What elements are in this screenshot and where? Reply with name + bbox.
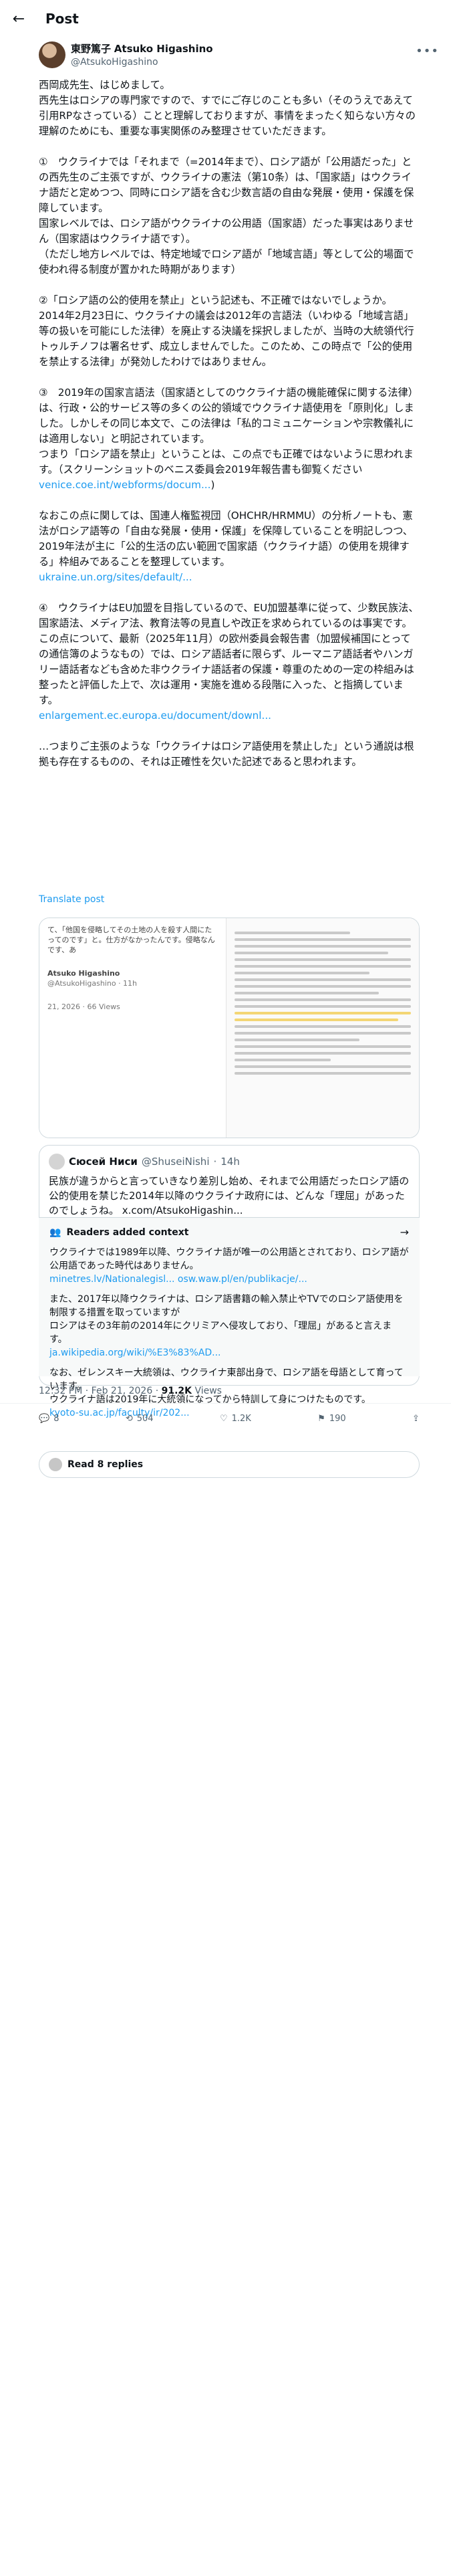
note-title: 👥 Readers added context — [49, 1227, 189, 1238]
author-name-en: Atsuko Higashino — [114, 43, 213, 55]
note-link-2[interactable]: ja.wikipedia.org/wiki/%E3%83%AD... — [49, 1346, 409, 1360]
venice-link[interactable]: venice.coe.int/webforms/docum... — [39, 479, 210, 491]
author-row: 東野篤子 Atsuko Higashino @AtsukoHigashino •… — [0, 37, 451, 70]
bookmark-button[interactable]: ⚑ 190 — [317, 1414, 345, 1424]
quoted-handle: @ShuseiNishi — [141, 1156, 210, 1168]
embedded-quote-views: 66 Views — [87, 1002, 120, 1011]
un-link[interactable]: ukraine.un.org/sites/default/... — [39, 570, 420, 585]
page-title: Post — [45, 11, 79, 27]
reply-icon: 💬 — [39, 1414, 50, 1424]
tweet-line: ① ウクライナでは「それまで（=2014年まで）、ロシア語が「公用語だった」との… — [39, 156, 414, 214]
embedded-quote-name: Atsuko Higashino — [47, 969, 120, 978]
author-handle: @AtsukoHigashino — [71, 57, 158, 68]
repost-icon: ⟲ — [125, 1414, 133, 1424]
action-bar: 💬 8 ⟲ 504 ♡ 1.2K ⚑ 190 ⇪ — [39, 1414, 420, 1424]
translate-post-link[interactable]: Translate post — [39, 894, 104, 905]
author-display-name: 東野篤子 — [71, 43, 112, 55]
tweet-line: つまり「ロシア語を禁止」ということは、この点でも正確ではないように思われます。（… — [39, 448, 414, 491]
quoted-post-header: Сюсей Ниси @ShuseiNishi · 14h — [49, 1154, 410, 1170]
divider — [0, 1403, 451, 1404]
note-body-2: また、2017年以降ウクライナは、ロシア語書籍の輸入禁止やTVでのロシア語使用を… — [49, 1294, 404, 1345]
repost-button[interactable]: ⟲ 504 — [126, 1414, 154, 1424]
more-options-icon[interactable]: ••• — [416, 44, 439, 58]
screenshot-left: て、「他国を侵略してその土地の人を殺す人間にたってのです」と。仕方がなかったんで… — [39, 918, 227, 1138]
post-header: ← Post — [0, 0, 451, 37]
people-icon: 👥 — [49, 1227, 61, 1238]
heart-icon: ♡ — [219, 1414, 228, 1424]
arrow-left-icon[interactable]: ← — [11, 11, 27, 27]
share-icon: ⇪ — [412, 1414, 420, 1424]
quoted-author: Сюсей Ниси — [69, 1156, 138, 1168]
tweet-line: 2014年2月23日に、ウクライナの議会は2012年の言語法（いわゆる「地域言語… — [39, 310, 414, 368]
share-button[interactable]: ⇪ — [412, 1414, 420, 1424]
like-button[interactable]: ♡ 1.2K — [220, 1414, 251, 1424]
author-names[interactable]: 東野篤子 Atsuko Higashino @AtsukoHigashino — [71, 41, 213, 68]
quoted-avatar — [49, 1154, 65, 1170]
tweet-line: ②「ロシア語の公的使用を禁止」という記述も、不正確ではないでしょうか。 — [39, 294, 392, 306]
note-link-1[interactable]: minetres.lv/Nationalegisl... osw.waw.pl/… — [49, 1273, 409, 1286]
tweet-line: この点について、最新（2025年11月）の欧州委員会報告書（加盟候補国にとっての… — [39, 633, 414, 706]
tweet-line: 国家レベルでは、ロシア語がウクライナの公用語（国家語）だった事実はありません（国… — [39, 217, 414, 245]
note-body-1: ウクライナでは1989年以降、ウクライナ語が唯一の公用語とされており、ロシア語が… — [49, 1247, 409, 1271]
embedded-quote-snippet: て、「他国を侵略してその土地の人を殺す人間にたってのです」と。仕方がなかったんで… — [47, 926, 215, 954]
embedded-quote-date: 21, 2026 — [47, 1002, 80, 1011]
post-time: 12:32 PM · Feb 21, 2026 · — [39, 1386, 162, 1396]
bookmark-icon: ⚑ — [317, 1414, 325, 1424]
views-count: 91.2K — [161, 1386, 192, 1396]
quoted-time: 14h — [220, 1156, 240, 1168]
tweet-line: …つまりご主張のような「ウクライナはロシア語使用を禁止した」という通説は根拠も存… — [39, 740, 414, 768]
tweet-line: ③ 2019年の国家言語法（国家語としてのウクライナ語の機能確保に関する法律）は… — [39, 387, 418, 445]
reply-button[interactable]: 💬 8 — [39, 1414, 59, 1424]
tweet-line: なおこの点に関しては、国連人権監視団（OHCHR/HRMMU）の分析ノートも、憲… — [39, 510, 413, 568]
tweet-line: 西先生はロシアの専門家ですので、すでにご存じのことも多い（そのうえであえて引用R… — [39, 94, 416, 137]
screenshot-right — [227, 918, 419, 1138]
tweet-text: 西岡成先生、はじめまして。 西先生はロシアの専門家ですので、すでにご存じのことも… — [39, 78, 420, 770]
embedded-quote-handle: @AtsukoHigashino · 11h — [47, 979, 138, 988]
quoted-text: 民族が違うからと言っていきなり差別し始め、それまで公用語だったロシア語の公的使用… — [49, 1175, 410, 1216]
tweet-line: 西岡成先生、はじめまして。 — [39, 79, 170, 91]
post-meta: 12:32 PM · Feb 21, 2026 · 91.2K Views — [39, 1386, 222, 1396]
ec-link[interactable]: enlargement.ec.europa.eu/document/downl.… — [39, 708, 420, 724]
read-replies-button[interactable]: Read 8 replies — [39, 1451, 420, 1478]
tweet-line: ④ ウクライナはEU加盟を目指しているので、EU加盟基準に従って、少数民族法、国… — [39, 602, 419, 629]
tweet-line-text: つまり「ロシア語を禁止」ということは、この点でも正確ではないように思われます。（… — [39, 448, 414, 475]
views-label: Views — [192, 1386, 222, 1396]
reply-avatar-icon — [49, 1458, 62, 1471]
arrow-right-icon[interactable]: → — [400, 1226, 409, 1239]
tweet-line: （ただし地方レベルでは、特定地域でロシア語が「地域言語」等として公的場面で使われ… — [39, 248, 414, 276]
avatar[interactable] — [39, 41, 65, 68]
media-attachment[interactable]: て、「他国を侵略してその土地の人を殺す人間にたってのです」と。仕方がなかったんで… — [39, 918, 420, 1138]
